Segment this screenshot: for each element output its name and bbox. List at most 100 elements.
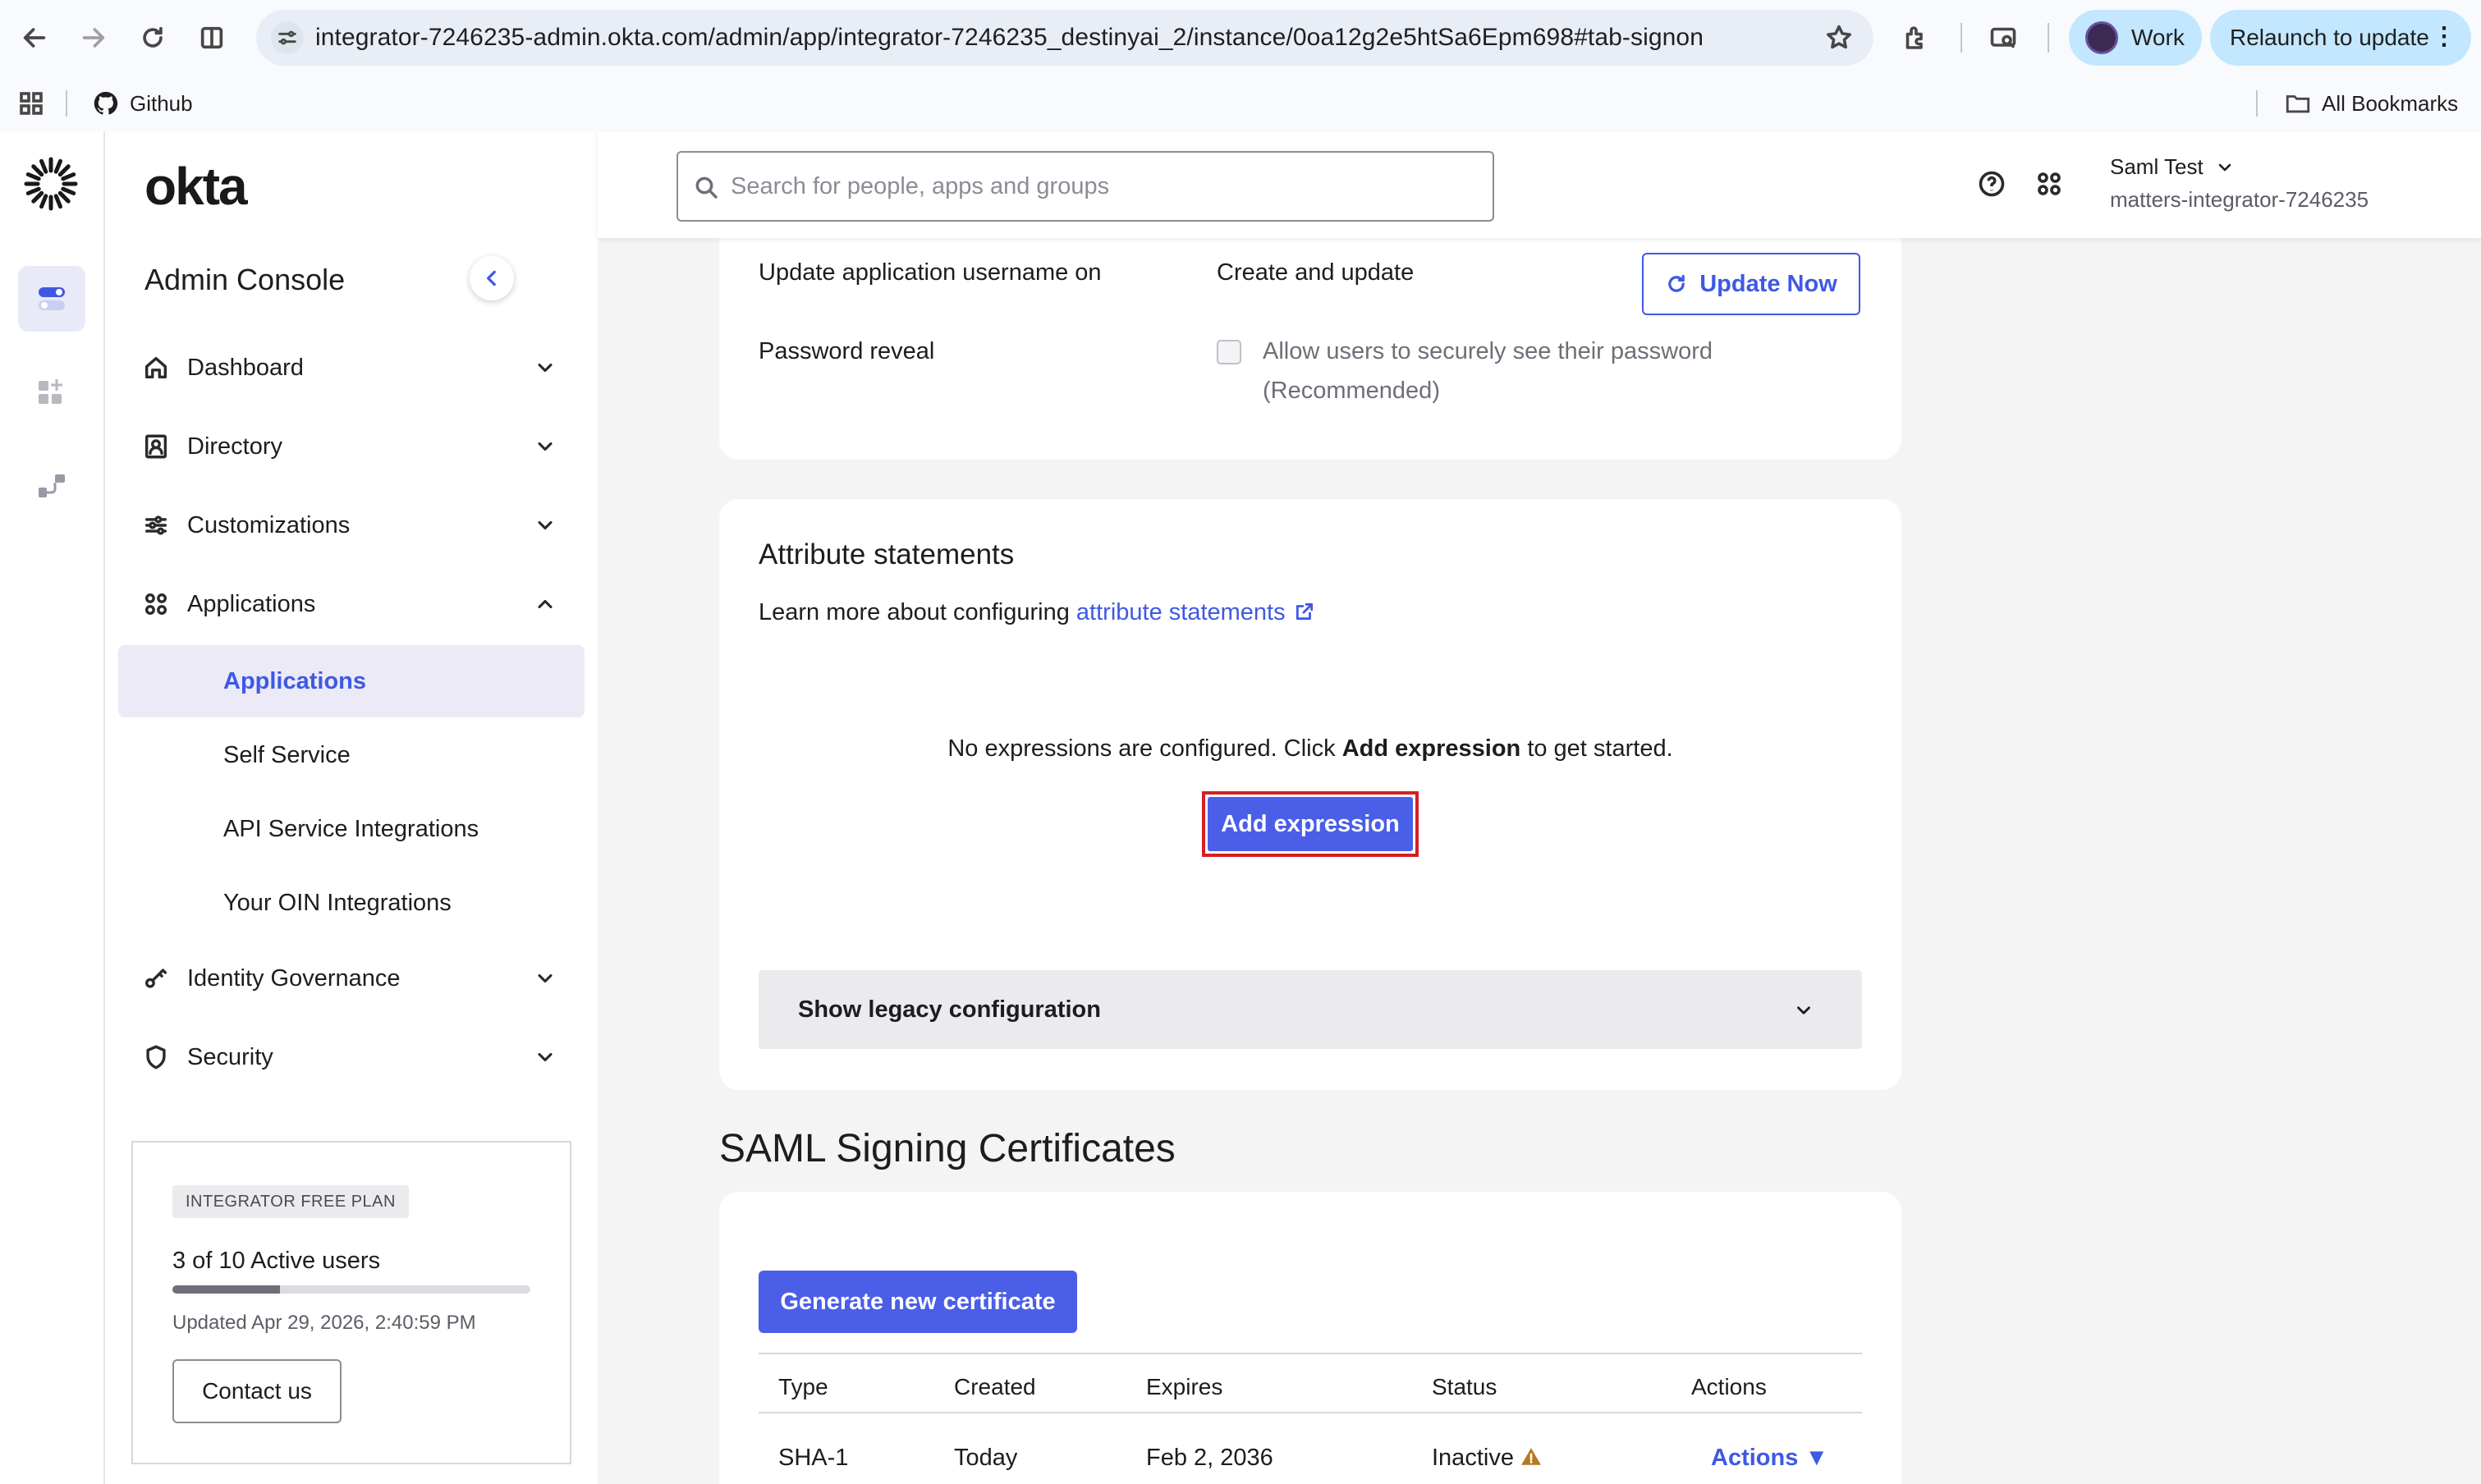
nav-security[interactable]: Security xyxy=(141,1028,571,1087)
subnav-oin-label: Your OIN Integrations xyxy=(223,889,452,916)
nav-customizations[interactable]: Customizations xyxy=(141,496,571,555)
nav-identity-governance-label: Identity Governance xyxy=(187,964,401,992)
bookmarks-bar: Github All Bookmarks xyxy=(0,76,2481,131)
back-icon[interactable] xyxy=(15,18,54,57)
bookmark-github[interactable]: Github xyxy=(92,87,193,120)
user-org: matters-integrator-7246235 xyxy=(2110,187,2369,212)
show-legacy-configuration[interactable]: Show legacy configuration xyxy=(759,970,1862,1049)
nav-dashboard[interactable]: Dashboard xyxy=(141,338,571,397)
all-bookmarks[interactable]: All Bookmarks xyxy=(2284,87,2458,120)
url-text[interactable]: integrator-7246235-admin.okta.com/admin/… xyxy=(315,24,1704,52)
password-reveal-checkbox[interactable] xyxy=(1217,340,1241,364)
password-reveal-label: Password reveal xyxy=(759,338,935,364)
chevron-down-icon xyxy=(2218,163,2231,171)
subnav-self-service[interactable]: Self Service xyxy=(118,719,585,791)
generate-certificate-button[interactable]: Generate new certificate xyxy=(759,1271,1077,1333)
cell-expires: Feb 2, 2036 xyxy=(1146,1445,1273,1471)
attribute-statements-link[interactable]: attribute statements xyxy=(1076,599,1286,625)
key-icon xyxy=(141,964,171,993)
nav-customizations-label: Customizations xyxy=(187,511,351,538)
apps-grid-icon[interactable] xyxy=(16,89,46,118)
plan-badge: INTEGRATOR FREE PLAN xyxy=(172,1185,409,1218)
learn-more-text: Learn more about configuring attribute s… xyxy=(759,599,1315,626)
all-bookmarks-label: All Bookmarks xyxy=(2322,90,2459,116)
relaunch-label: Relaunch to update xyxy=(2230,25,2429,50)
row-actions-dropdown[interactable]: Actions ▼ xyxy=(1711,1445,1828,1472)
no-expressions-message: No expressions are configured. Click Add… xyxy=(719,735,1901,763)
split-view-icon[interactable] xyxy=(192,18,232,57)
legacy-label: Show legacy configuration xyxy=(798,996,1101,1023)
refresh-icon xyxy=(1668,275,1685,292)
directory-icon xyxy=(141,432,171,461)
admin-topbar: Saml Test matters-integrator-7246235 xyxy=(598,131,2481,238)
bookmark-star-icon[interactable] xyxy=(1824,23,1854,53)
extensions-icon[interactable] xyxy=(1896,18,1936,57)
saml-certificates-title: SAML Signing Certificates xyxy=(719,1127,1176,1170)
okta-aura-logo-icon[interactable] xyxy=(23,156,79,212)
user-menu[interactable]: Saml Test xyxy=(2110,154,2235,180)
certificates-card: Generate new certificate Type Created Ex… xyxy=(719,1192,1901,1484)
relaunch-button[interactable]: Relaunch to update ⋮ xyxy=(2210,10,2471,66)
chevron-down-icon xyxy=(534,514,557,537)
nav-dashboard-label: Dashboard xyxy=(187,354,304,381)
collapse-sidebar-button[interactable] xyxy=(470,256,514,300)
profile-button[interactable]: Work xyxy=(2069,10,2202,66)
tab-search-icon[interactable] xyxy=(1983,18,2023,57)
workflows-icon[interactable] xyxy=(18,453,85,519)
nav-identity-governance[interactable]: Identity Governance xyxy=(141,949,571,1008)
admin-toggle-icon[interactable] xyxy=(18,266,85,332)
col-created: Created xyxy=(954,1374,1036,1399)
github-icon xyxy=(94,91,118,115)
shield-icon xyxy=(141,1042,171,1072)
browser-toolbar: integrator-7246235-admin.okta.com/admin/… xyxy=(0,0,2481,76)
add-apps-icon[interactable] xyxy=(18,360,85,425)
chevron-down-icon xyxy=(534,356,557,379)
search-input[interactable] xyxy=(731,167,1470,205)
chevron-up-icon xyxy=(534,593,557,616)
empty-prefix: No expressions are configured. Click xyxy=(947,735,1336,762)
sliders-icon xyxy=(141,511,171,540)
empty-bold: Add expression xyxy=(1341,735,1521,762)
update-now-button[interactable]: Update Now xyxy=(1642,253,1860,315)
update-username-value: Create and update xyxy=(1217,259,1415,286)
reload-icon[interactable] xyxy=(133,18,172,57)
forward-icon[interactable] xyxy=(74,18,113,57)
chevron-down-icon xyxy=(1797,1006,1810,1015)
nav-applications[interactable]: Applications xyxy=(141,575,571,634)
search-icon xyxy=(695,176,718,199)
chevron-left-icon xyxy=(487,270,496,286)
col-status: Status xyxy=(1432,1374,1497,1399)
status-text: Inactive xyxy=(1432,1445,1514,1471)
nav-directory-label: Directory xyxy=(187,433,283,460)
app-switcher-icon[interactable] xyxy=(2034,169,2067,202)
col-expires: Expires xyxy=(1146,1374,1223,1399)
nav-directory[interactable]: Directory xyxy=(141,417,571,476)
subnav-self-service-label: Self Service xyxy=(223,741,351,768)
attribute-statements-title: Attribute statements xyxy=(759,538,1015,570)
okta-logo[interactable]: okta xyxy=(144,156,248,217)
okta-admin-page: okta Admin Console Dashboard Directory C… xyxy=(0,131,2481,1484)
global-search[interactable] xyxy=(676,151,1494,222)
password-reveal-option-line2: (Recommended) xyxy=(1263,378,1440,404)
password-reveal-option-line1: Allow users to securely see their passwo… xyxy=(1263,338,1713,364)
learn-more-prefix: Learn more about configuring xyxy=(759,599,1070,625)
home-icon xyxy=(141,353,171,382)
col-type: Type xyxy=(778,1374,828,1399)
more-menu-icon[interactable]: ⋮ xyxy=(2432,25,2456,49)
table-header-bottom-border xyxy=(759,1412,1862,1413)
chevron-down-icon xyxy=(534,967,557,990)
site-settings-icon[interactable] xyxy=(271,21,304,54)
contact-us-button[interactable]: Contact us xyxy=(172,1359,342,1423)
update-now-label: Update Now xyxy=(1699,270,1837,297)
address-bar[interactable]: integrator-7246235-admin.okta.com/admin/… xyxy=(256,10,1873,66)
active-users-text: 3 of 10 Active users xyxy=(172,1248,381,1274)
add-expression-button[interactable]: Add expression xyxy=(1208,797,1413,851)
applications-icon xyxy=(141,589,171,619)
subnav-applications[interactable]: Applications xyxy=(118,645,585,717)
subnav-oin-integrations[interactable]: Your OIN Integrations xyxy=(118,867,585,939)
subnav-api-service-integrations[interactable]: API Service Integrations xyxy=(118,793,585,865)
help-icon[interactable] xyxy=(1977,169,2010,202)
nav-applications-label: Applications xyxy=(187,590,316,617)
external-link-icon[interactable] xyxy=(1294,601,1315,622)
col-actions: Actions xyxy=(1691,1374,1767,1399)
